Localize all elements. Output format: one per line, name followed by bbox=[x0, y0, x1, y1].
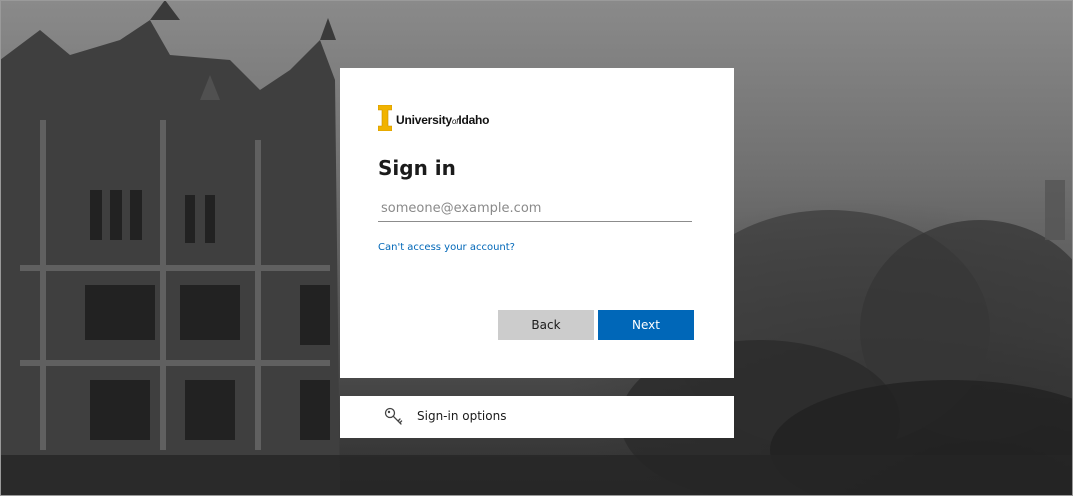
cant-access-account-link[interactable]: Can't access your account? bbox=[378, 242, 515, 253]
sign-in-options-button[interactable]: Sign-in options bbox=[340, 396, 734, 438]
logo-wordmark: UniversityofIdaho bbox=[396, 113, 490, 127]
sign-in-options-label: Sign-in options bbox=[417, 409, 507, 423]
logo-i-mark-icon bbox=[378, 105, 392, 131]
key-icon bbox=[384, 407, 403, 425]
next-button[interactable]: Next bbox=[598, 310, 694, 340]
sign-in-card: UniversityofIdaho Sign in Can't access y… bbox=[340, 68, 734, 378]
back-button[interactable]: Back bbox=[498, 310, 594, 340]
email-field[interactable] bbox=[378, 196, 692, 222]
page-title: Sign in bbox=[378, 156, 456, 180]
